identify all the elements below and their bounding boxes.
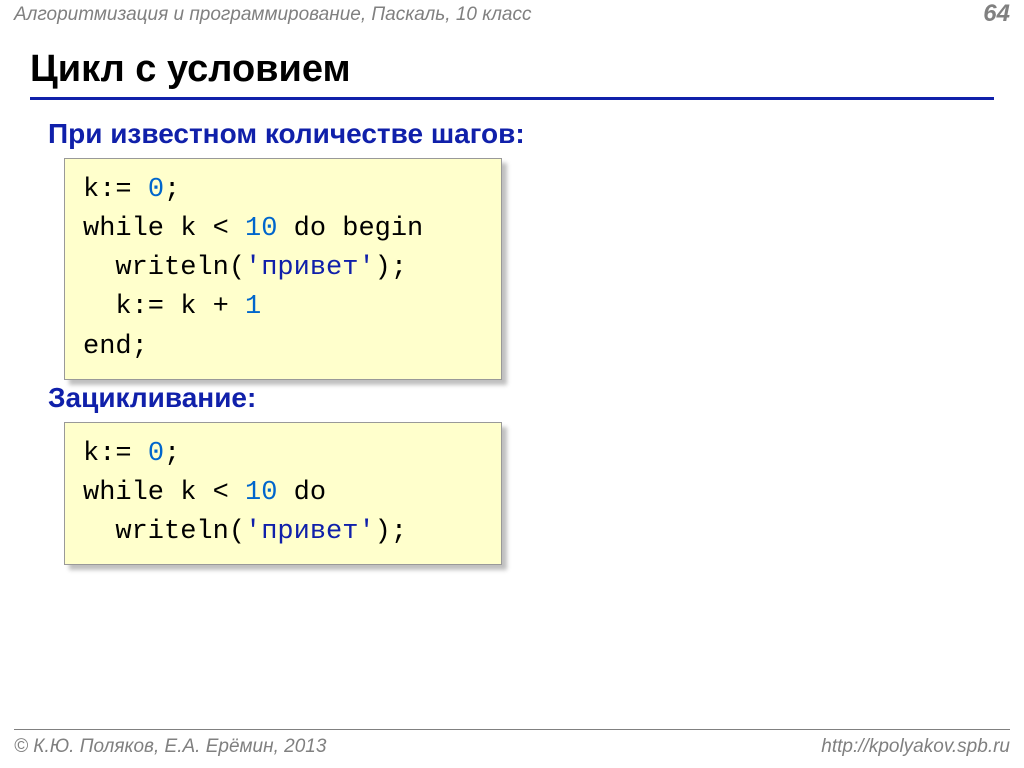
footer-url: http://kpolyakov.spb.ru xyxy=(821,736,1010,758)
footer-authors: © К.Ю. Поляков, Е.А. Ерёмин, 2013 xyxy=(14,736,326,758)
header-subject: Алгоритмизация и программирование, Паска… xyxy=(14,4,1010,26)
code-text: k:= xyxy=(83,175,148,205)
code-text: do xyxy=(277,478,326,508)
code-text: while k < xyxy=(83,214,245,244)
code-text: do begin xyxy=(277,214,423,244)
code-number: 0 xyxy=(148,175,164,205)
code-string: 'привет' xyxy=(245,253,375,283)
code-text: ; xyxy=(164,175,180,205)
code-string: 'привет' xyxy=(245,517,375,547)
section-heading-infinite: Зацикливание: xyxy=(48,382,256,414)
code-number: 1 xyxy=(245,292,261,322)
page-number: 64 xyxy=(983,0,1010,28)
code-text: writeln( xyxy=(83,253,245,283)
code-text: k:= k + xyxy=(83,292,245,322)
code-block-infinite: k:= 0; while k < 10 do writeln('привет')… xyxy=(64,422,502,565)
code-text: k:= xyxy=(83,439,148,469)
slide: Алгоритмизация и программирование, Паска… xyxy=(0,0,1024,768)
code-text: end; xyxy=(83,332,148,362)
code-text: writeln( xyxy=(83,517,245,547)
code-number: 10 xyxy=(245,478,277,508)
slide-title: Цикл с условием xyxy=(30,48,994,100)
code-text: ); xyxy=(375,517,407,547)
code-number: 10 xyxy=(245,214,277,244)
code-text: ); xyxy=(375,253,407,283)
code-text: ; xyxy=(164,439,180,469)
footer: © К.Ю. Поляков, Е.А. Ерёмин, 2013 http:/… xyxy=(14,729,1010,758)
code-number: 0 xyxy=(148,439,164,469)
code-text: while k < xyxy=(83,478,245,508)
section-heading-known-steps: При известном количестве шагов: xyxy=(48,118,525,150)
code-block-known-steps: k:= 0; while k < 10 do begin writeln('пр… xyxy=(64,158,502,380)
